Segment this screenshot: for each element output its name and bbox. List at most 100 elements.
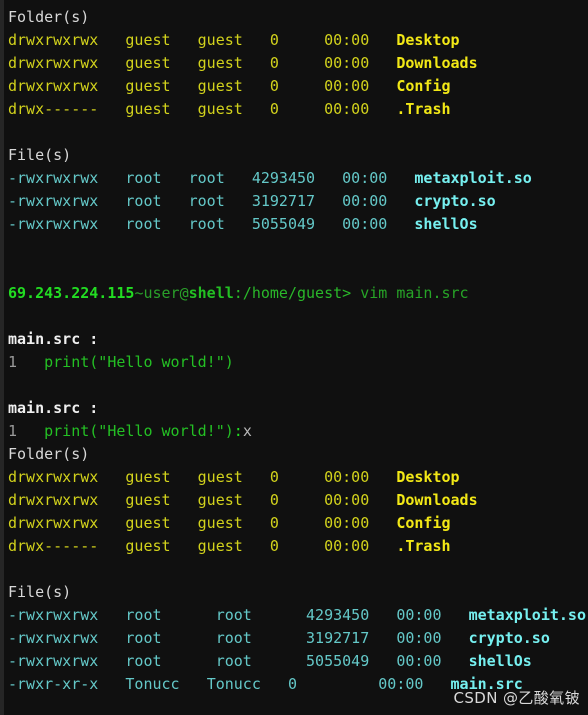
row-name[interactable]: Downloads [396,491,477,509]
table-row[interactable]: -rwxrwxrwx root root 5055049 00:00 shell… [0,213,588,236]
row-owner: root [125,606,162,624]
row-name[interactable]: shellOs [469,652,532,670]
editor-title-1: main.src : [0,328,588,351]
prompt-host: shell [188,284,234,302]
prompt-line-vim[interactable]: 69.243.224.115~user@shell:/home/guest> v… [0,282,588,305]
row-size: 5055049 [251,215,316,233]
row-owner: guest [125,31,171,49]
row-perms: -rwxrwxrwx [8,629,99,647]
row-size: 0 [269,31,279,49]
row-size: 0 [287,675,297,693]
row-name[interactable]: Config [396,77,450,95]
prompt-command[interactable]: vim main.src [351,284,468,302]
row-owner: Tonucc [125,675,180,693]
table-row[interactable]: drwxrwxrwx guest guest 0 00:00 Config [0,512,588,535]
row-name[interactable]: crypto.so [469,629,550,647]
row-group: root [188,192,225,210]
terminal-screen[interactable]: Folder(s) drwxrwxrwx guest guest 0 00:00… [0,0,588,715]
code-text[interactable]: print("Hello world!") [44,353,234,371]
row-owner: guest [125,514,171,532]
row-size: 0 [269,491,279,509]
table-row[interactable]: drwxrwxrwx guest guest 0 00:00 Config [0,75,588,98]
row-time: 00:00 [378,675,424,693]
row-name[interactable]: Downloads [396,54,477,72]
row-perms: drwxrwxrwx [8,514,99,532]
table-row[interactable]: -rwxrwxrwx root root 3192717 00:00 crypt… [0,627,588,650]
editor-code-line-2[interactable]: 1 print("Hello world!"):x [0,420,588,443]
row-perms: -rwxrwxrwx [8,169,99,187]
table-row[interactable]: drwxrwxrwx guest guest 0 00:00 Desktop [0,466,588,489]
folders-label: Folder(s) [8,445,90,463]
table-row[interactable]: -rwxrwxrwx root root 5055049 00:00 shell… [0,650,588,673]
table-row[interactable]: drwxrwxrwx guest guest 0 00:00 Desktop [0,29,588,52]
row-size: 4293450 [306,606,370,624]
table-row[interactable]: -rwxrwxrwx root root 4293450 00:00 metax… [0,604,588,627]
table-row[interactable]: drwxrwxrwx guest guest 0 00:00 Downloads [0,489,588,512]
table-row[interactable]: drwx------ guest guest 0 00:00 .Trash [0,98,588,121]
code-text[interactable]: print("Hello world!") [44,422,234,440]
row-name[interactable]: Desktop [396,31,459,49]
row-time: 00:00 [342,215,388,233]
row-name[interactable]: Desktop [396,468,459,486]
row-name[interactable]: Config [396,514,450,532]
row-perms: drwxrwxrwx [8,77,99,95]
row-name[interactable]: metaxploit.so [414,169,531,187]
table-row[interactable]: -rwxrwxrwx root root 3192717 00:00 crypt… [0,190,588,213]
editor-code-line-1[interactable]: 1 print("Hello world!") [0,351,588,374]
terminal-window[interactable]: Folder(s) drwxrwxrwx guest guest 0 00:00… [0,0,588,715]
row-size: 3192717 [306,629,370,647]
row-name[interactable]: crypto.so [414,192,495,210]
row-group: root [188,169,225,187]
row-name[interactable]: .Trash [396,100,450,118]
ex-command[interactable]: x [243,422,252,440]
row-name[interactable]: metaxploit.so [469,606,586,624]
row-size: 0 [269,514,279,532]
table-row[interactable]: -rwxrwxrwx root root 4293450 00:00 metax… [0,167,588,190]
row-perms: drwxrwxrwx [8,491,99,509]
table-row[interactable]: drwx------ guest guest 0 00:00 .Trash [0,535,588,558]
row-name[interactable]: .Trash [396,537,450,555]
row-perms: drwx------ [8,537,99,555]
row-owner: guest [125,54,171,72]
row-group: guest [197,514,243,532]
row-group: root [188,215,225,233]
prompt-ip: 69.243.224.115 [8,284,135,302]
row-name[interactable]: shellOs [414,215,477,233]
table-row[interactable]: drwxrwxrwx guest guest 0 00:00 Downloads [0,52,588,75]
files-label: File(s) [8,583,72,601]
